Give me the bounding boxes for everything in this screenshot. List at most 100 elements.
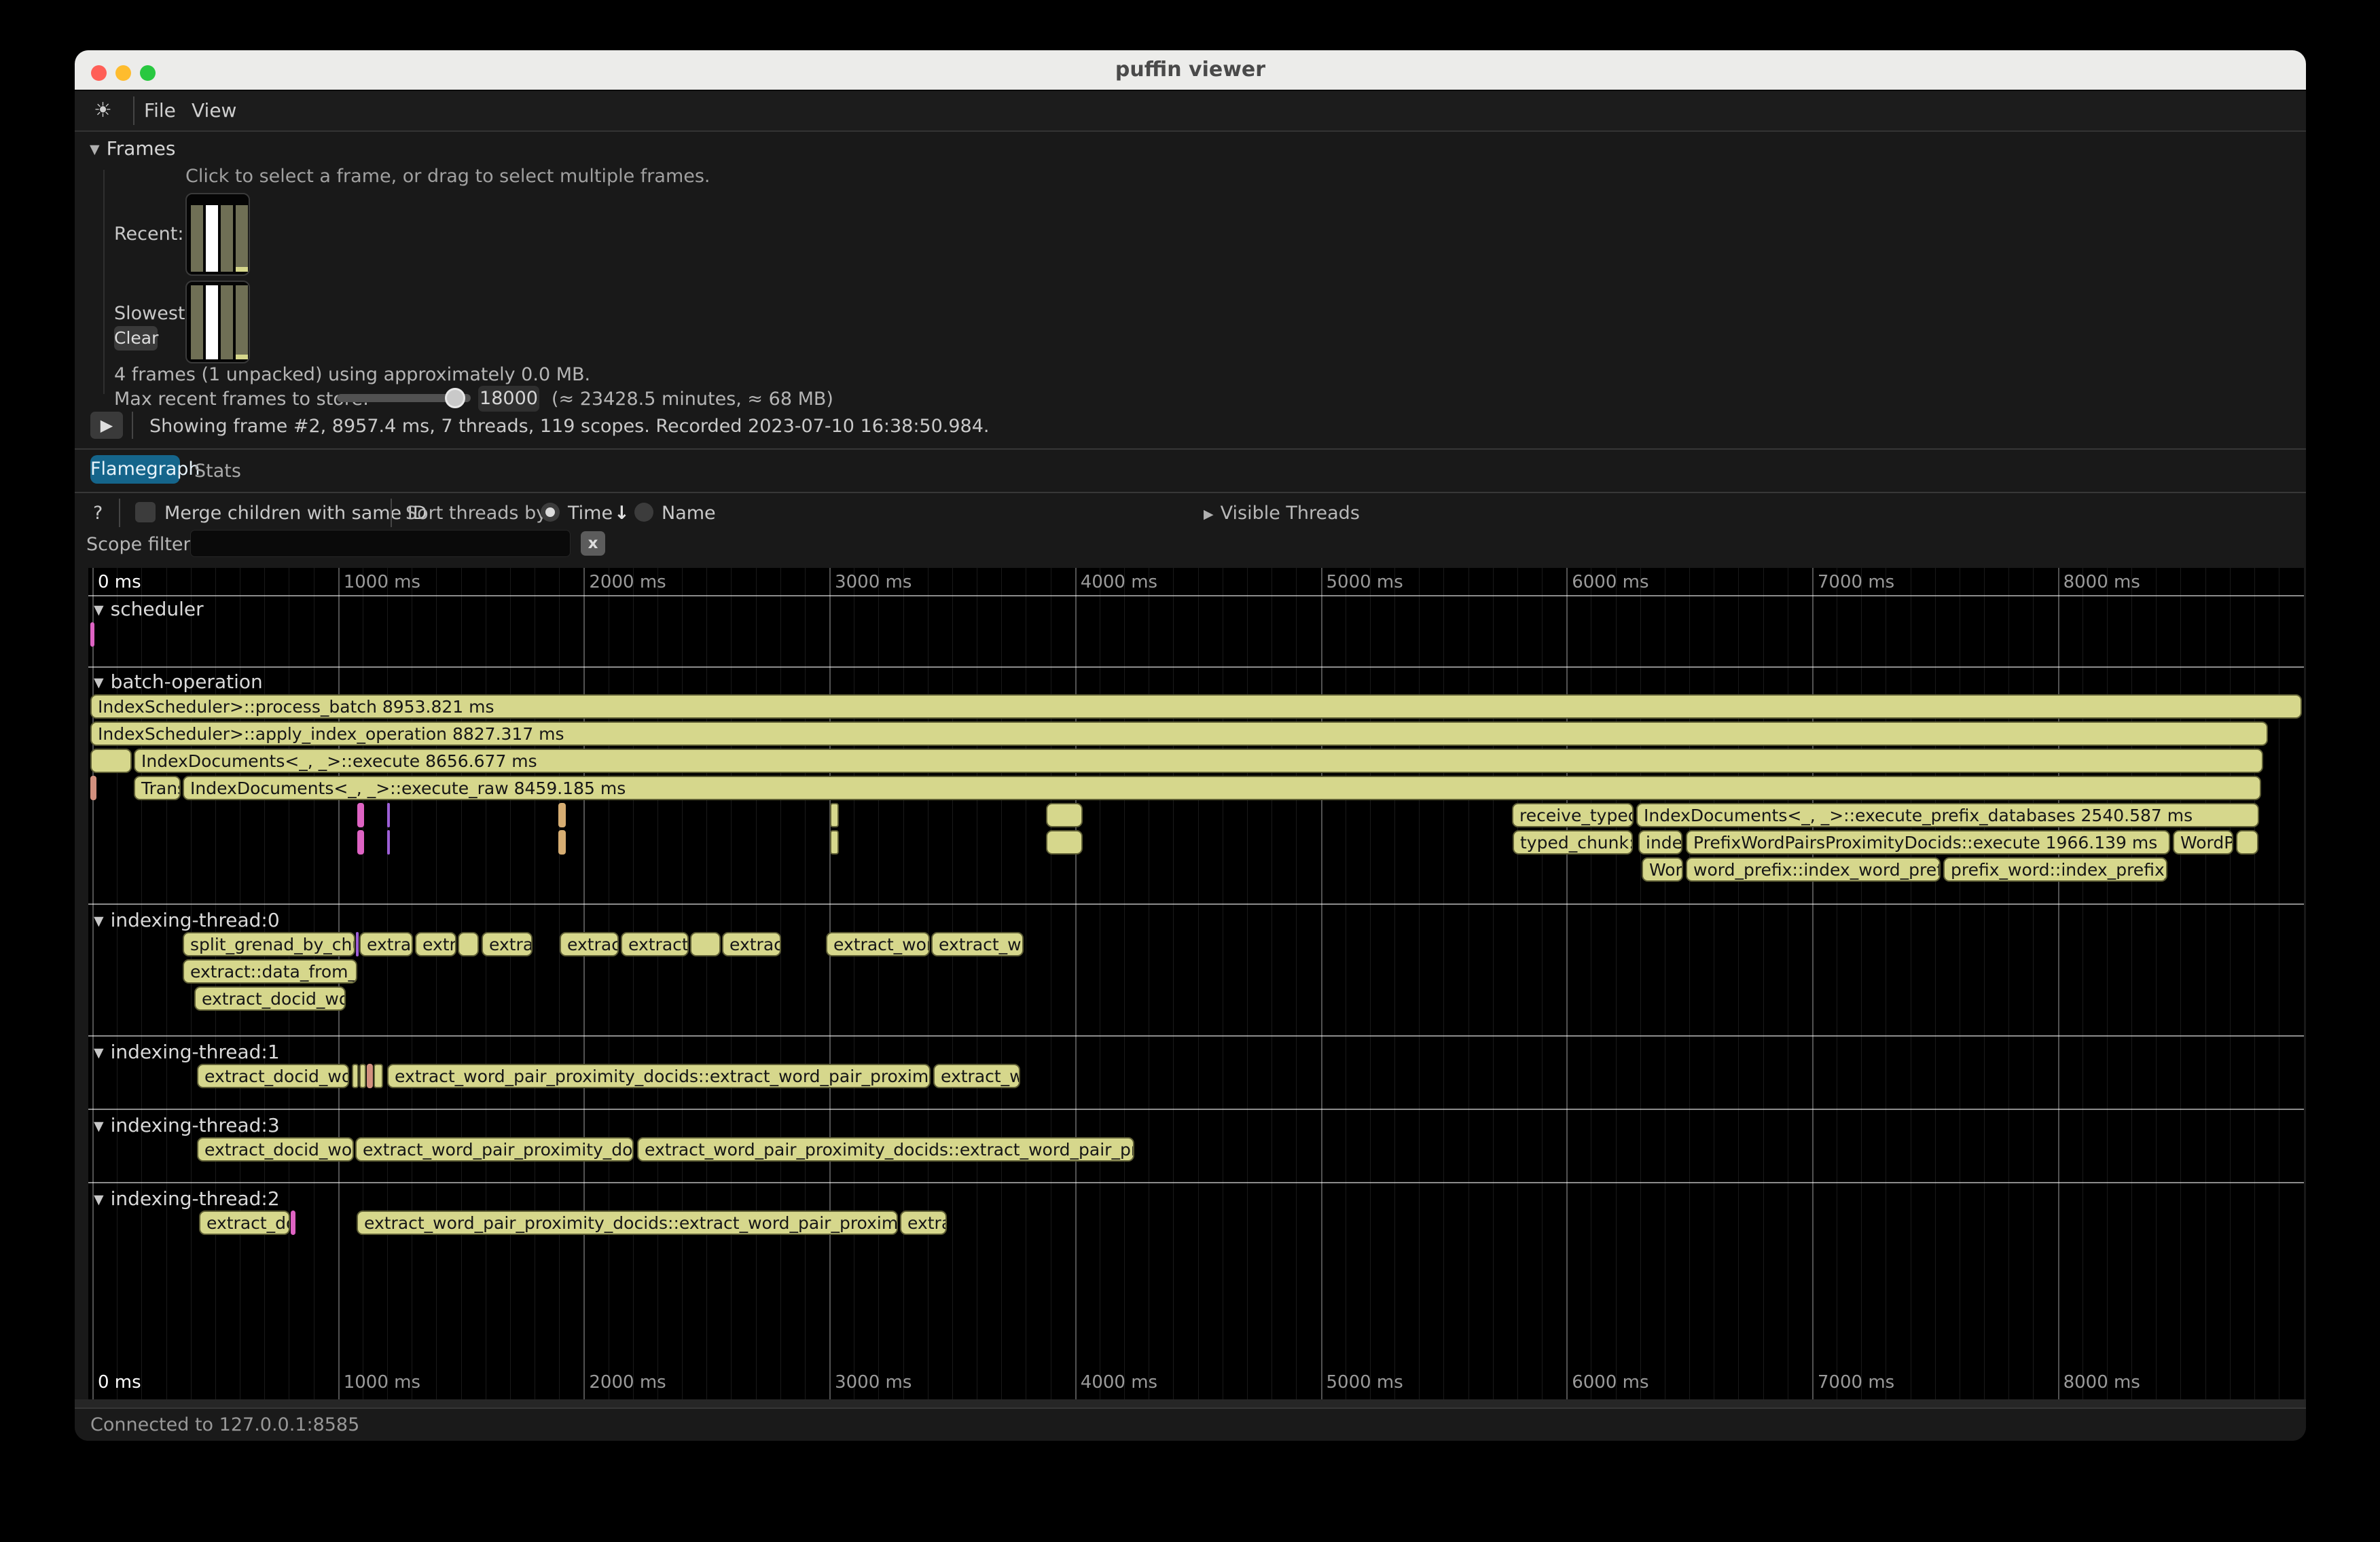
flame-bar[interactable]: [90, 749, 132, 773]
frame-thumbnail-bar[interactable]: [236, 205, 248, 272]
flame-bar[interactable]: Trans: [134, 776, 181, 800]
flame-bar[interactable]: [830, 830, 839, 855]
clear-button[interactable]: Clear: [114, 326, 158, 351]
flame-bar[interactable]: extrac: [900, 1211, 947, 1235]
frame-thumbnail-bar[interactable]: [221, 285, 233, 359]
slider-knob[interactable]: [445, 388, 465, 408]
max-frames-value[interactable]: 18000: [478, 386, 539, 412]
sort-direction-arrow-icon[interactable]: ↓: [614, 503, 630, 524]
menu-file[interactable]: File: [144, 91, 176, 130]
frame-thumbnail-bar[interactable]: [191, 285, 203, 359]
flame-bar[interactable]: [90, 776, 96, 800]
play-button[interactable]: ▶: [90, 412, 123, 439]
flame-bar[interactable]: extrac: [482, 932, 533, 956]
flame-bar[interactable]: extract_word: [826, 932, 930, 956]
status-bar: Connected to 127.0.0.1:8585: [75, 1407, 2306, 1441]
tab-flamegraph[interactable]: Flamegraph: [90, 455, 180, 484]
thread-label[interactable]: ▼indexing-thread:3: [94, 1114, 280, 1136]
thread-label[interactable]: ▼indexing-thread:1: [94, 1041, 280, 1063]
flame-bar[interactable]: [352, 1064, 359, 1088]
frame-thumbnail-notch: [236, 267, 248, 272]
flame-bar[interactable]: WordPr: [2173, 830, 2233, 855]
visible-threads-header[interactable]: ▶Visible Threads: [1204, 503, 1360, 524]
flame-bar[interactable]: extract_wo: [933, 1064, 1020, 1088]
flame-bar[interactable]: extra: [415, 932, 456, 956]
flame-bar[interactable]: [367, 1064, 373, 1088]
flame-bar[interactable]: extract_: [621, 932, 689, 956]
sort-name-radio[interactable]: [634, 503, 653, 522]
gridline: [1542, 568, 1543, 1399]
sort-time-radio[interactable]: [541, 503, 560, 522]
flame-bar[interactable]: [458, 932, 479, 956]
thread-label[interactable]: ▼indexing-thread:0: [94, 909, 280, 931]
flame-bar[interactable]: [291, 1211, 295, 1235]
frame-thumbnail-bar[interactable]: [206, 205, 218, 272]
menu-view[interactable]: View: [192, 91, 236, 130]
merge-children-checkbox[interactable]: [135, 502, 156, 522]
flame-bar[interactable]: [90, 622, 94, 647]
flame-bar[interactable]: [558, 830, 566, 855]
frame-thumbnail-bar[interactable]: [206, 285, 218, 359]
flame-bar[interactable]: index: [1638, 830, 1682, 855]
flamegraph-canvas[interactable]: 0 ms0 ms1000 ms1000 ms2000 ms2000 ms3000…: [88, 568, 2304, 1399]
thread-label[interactable]: ▼batch-operation: [94, 670, 263, 693]
flame-bar[interactable]: IndexDocuments<_, _>::execute 8656.677 m…: [134, 749, 2263, 773]
slowest-frames-thumbnail[interactable]: [185, 281, 250, 363]
clear-filter-button[interactable]: x: [581, 531, 605, 556]
flame-bar[interactable]: extract_word_pair_proximity_docids::extr…: [387, 1064, 931, 1088]
frames-section-header[interactable]: ▼Frames: [90, 137, 175, 160]
flame-bar[interactable]: extract_wo: [931, 932, 1024, 956]
flame-bar[interactable]: [359, 1064, 366, 1088]
flame-bar[interactable]: Word: [1642, 857, 1683, 882]
help-button[interactable]: ?: [93, 503, 103, 524]
flame-bar[interactable]: word_prefix::index_word_prefix_: [1686, 857, 1941, 882]
flame-bar[interactable]: extract_: [560, 932, 619, 956]
recent-frames-thumbnail[interactable]: [185, 193, 250, 276]
flame-bar[interactable]: extract_docid_word: [194, 986, 346, 1011]
flame-bar[interactable]: [1046, 803, 1083, 827]
flame-bar[interactable]: extract::data_from_ob: [183, 959, 357, 984]
flame-bar[interactable]: extract_word_pair_proximity_docids::extr…: [357, 1211, 898, 1235]
gridline: [1321, 568, 1322, 1399]
frame-thumbnail-bar[interactable]: [191, 205, 203, 272]
tab-stats[interactable]: Stats: [194, 461, 241, 482]
flame-bar[interactable]: extract_word_pair_proximity_docids::extr…: [637, 1137, 1134, 1162]
frame-thumbnail-bar[interactable]: [221, 205, 233, 272]
flame-bar[interactable]: extract_word_pair_proximity_docids: [355, 1137, 634, 1162]
frame-thumbnail-bar[interactable]: [236, 285, 248, 359]
flame-bar[interactable]: IndexScheduler>::process_batch 8953.821 …: [90, 694, 2302, 719]
flame-bar[interactable]: [387, 830, 390, 855]
theme-toggle-icon[interactable]: ☀: [94, 91, 112, 130]
flame-bar[interactable]: [357, 803, 364, 827]
flame-bar[interactable]: PrefixWordPairsProximityDocids::execute …: [1686, 830, 2170, 855]
flame-bar[interactable]: typed_chunk::w: [1513, 830, 1633, 855]
flame-bar[interactable]: extract: [722, 932, 781, 956]
flame-bar[interactable]: extract_docid_word: [197, 1137, 354, 1162]
flame-bar[interactable]: [830, 803, 839, 827]
flame-bar[interactable]: split_grenad_by_chun: [183, 932, 355, 956]
gridline: [1566, 568, 1568, 1399]
flame-bar[interactable]: prefix_word::index_prefix_wo: [1943, 857, 2167, 882]
showing-frame-text: Showing frame #2, 8957.4 ms, 7 threads, …: [149, 416, 990, 437]
flame-bar[interactable]: IndexScheduler>::apply_index_operation 8…: [90, 721, 2268, 746]
gridline: [903, 568, 904, 1399]
flame-bar[interactable]: IndexDocuments<_, _>::execute_prefix_dat…: [1636, 803, 2259, 827]
flame-bar[interactable]: [387, 803, 390, 827]
flame-bar[interactable]: extract: [359, 932, 413, 956]
flame-bar[interactable]: [357, 830, 364, 855]
flame-bar[interactable]: [2236, 830, 2258, 855]
flame-bar[interactable]: receive_typed_: [1512, 803, 1634, 827]
scope-filter-input[interactable]: [190, 530, 571, 557]
flame-bar[interactable]: [374, 1064, 383, 1088]
flame-bar[interactable]: [690, 932, 721, 956]
thread-label[interactable]: ▼scheduler: [94, 598, 204, 620]
divider: [132, 412, 133, 439]
flame-bar[interactable]: [1046, 830, 1083, 855]
flame-bar[interactable]: extract_doc: [199, 1211, 290, 1235]
thread-label[interactable]: ▼indexing-thread:2: [94, 1187, 280, 1210]
divider: [391, 499, 392, 527]
flame-bar[interactable]: extract_docid_word: [197, 1064, 349, 1088]
flame-bar[interactable]: [558, 803, 566, 827]
flame-bar[interactable]: IndexDocuments<_, _>::execute_raw 8459.1…: [183, 776, 2261, 800]
flame-bar[interactable]: [356, 932, 359, 956]
